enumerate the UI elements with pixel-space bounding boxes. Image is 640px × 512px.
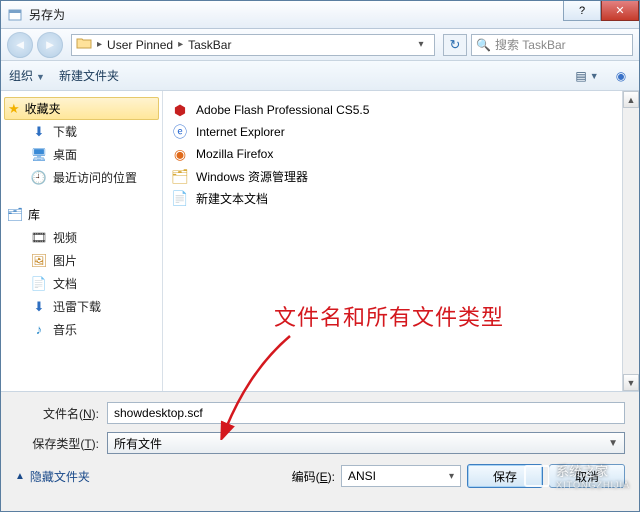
- list-item[interactable]: 📄新建文本文档: [171, 187, 614, 209]
- video-icon: 🎞: [31, 230, 47, 246]
- sidebar-item-documents[interactable]: 📄文档: [1, 272, 162, 295]
- app-icon: [7, 7, 23, 23]
- refresh-button[interactable]: ↻: [443, 34, 467, 56]
- help-icon[interactable]: ◉: [611, 67, 631, 85]
- music-icon: ♪: [31, 322, 47, 338]
- scrollbar[interactable]: ▲ ▼: [622, 91, 639, 391]
- sidebar-favorites-header[interactable]: ★ 收藏夹: [4, 97, 159, 120]
- help-button[interactable]: ?: [563, 1, 601, 21]
- xunlei-icon: ⬇: [31, 299, 47, 315]
- download-icon: ⬇: [31, 124, 47, 140]
- sidebar-item-music[interactable]: ♪音乐: [1, 318, 162, 341]
- chevron-right-icon: ▸: [178, 39, 183, 50]
- window-title: 另存为: [29, 6, 65, 23]
- filetype-select[interactable]: 所有文件 ▼: [107, 432, 625, 454]
- filetype-label: 保存类型(T):: [15, 435, 107, 452]
- recent-icon: 🕘: [31, 170, 47, 186]
- library-icon: 🗂: [7, 207, 23, 223]
- chevron-down-icon: ▼: [36, 72, 45, 82]
- chevron-up-icon: ▲: [15, 471, 25, 482]
- sidebar-item-videos[interactable]: 🎞视频: [1, 226, 162, 249]
- breadcrumb-seg-0[interactable]: User Pinned: [107, 38, 173, 52]
- search-placeholder: 搜索 TaskBar: [495, 36, 566, 53]
- file-list[interactable]: ⬢Adobe Flash Professional CS5.5 ⓔInterne…: [163, 91, 622, 391]
- sidebar-item-desktop[interactable]: 🖥桌面: [1, 143, 162, 166]
- list-item[interactable]: ⓔInternet Explorer: [171, 121, 614, 143]
- organize-menu[interactable]: 组织▼: [9, 67, 45, 84]
- chevron-down-icon: ▼: [608, 438, 618, 449]
- ie-icon: ⓔ: [171, 123, 189, 141]
- save-as-dialog: 另存为 ? ✕ ◄ ► ▸ User Pinned ▸ TaskBar ▾ ↻ …: [0, 0, 640, 512]
- breadcrumb-seg-1[interactable]: TaskBar: [188, 38, 231, 52]
- hide-folders-toggle[interactable]: ▲ 隐藏文件夹: [15, 468, 90, 485]
- sidebar-item-downloads[interactable]: ⬇下载: [1, 120, 162, 143]
- filename-label: 文件名(N):: [15, 405, 107, 422]
- scroll-up-button[interactable]: ▲: [623, 91, 639, 108]
- sidebar-item-xunlei[interactable]: ⬇迅雷下载: [1, 295, 162, 318]
- toolbar: 组织▼ 新建文件夹 ▤▼ ◉: [1, 61, 639, 91]
- documents-icon: 📄: [31, 276, 47, 292]
- cancel-button[interactable]: 取消: [549, 464, 625, 488]
- star-icon: ★: [8, 101, 20, 117]
- forward-button[interactable]: ►: [37, 32, 63, 58]
- list-item[interactable]: ◉Mozilla Firefox: [171, 143, 614, 165]
- dialog-body: ★ 收藏夹 ⬇下载 🖥桌面 🕘最近访问的位置 🗂 库 🎞视频 🖼图片 📄文档 ⬇…: [1, 91, 639, 391]
- folder-icon: [76, 36, 92, 53]
- firefox-icon: ◉: [171, 145, 189, 163]
- explorer-icon: 🗂: [171, 167, 189, 185]
- textfile-icon: 📄: [171, 189, 189, 207]
- encoding-label: 编码(E):: [292, 468, 335, 485]
- search-input[interactable]: 🔍 搜索 TaskBar: [471, 34, 633, 56]
- new-folder-button[interactable]: 新建文件夹: [59, 67, 119, 84]
- titlebar: 另存为 ? ✕: [1, 1, 639, 29]
- filename-input[interactable]: [107, 402, 625, 424]
- view-options-button[interactable]: ▤▼: [577, 67, 597, 85]
- chevron-right-icon: ▸: [97, 39, 102, 50]
- flash-icon: ⬢: [171, 101, 189, 119]
- save-button[interactable]: 保存: [467, 464, 543, 488]
- desktop-icon: 🖥: [31, 147, 47, 163]
- list-item[interactable]: ⬢Adobe Flash Professional CS5.5: [171, 99, 614, 121]
- scroll-down-button[interactable]: ▼: [623, 374, 639, 391]
- navbar: ◄ ► ▸ User Pinned ▸ TaskBar ▾ ↻ 🔍 搜索 Tas…: [1, 29, 639, 61]
- back-button[interactable]: ◄: [7, 32, 33, 58]
- close-button[interactable]: ✕: [601, 1, 639, 21]
- encoding-select[interactable]: ANSI ▾: [341, 465, 461, 487]
- sidebar-item-pictures[interactable]: 🖼图片: [1, 249, 162, 272]
- sidebar-item-recent[interactable]: 🕘最近访问的位置: [1, 166, 162, 189]
- breadcrumb-dropdown[interactable]: ▾: [412, 39, 430, 50]
- search-icon: 🔍: [476, 38, 491, 52]
- chevron-down-icon: ▾: [449, 471, 454, 482]
- pictures-icon: 🖼: [31, 253, 47, 269]
- breadcrumb[interactable]: ▸ User Pinned ▸ TaskBar ▾: [71, 34, 435, 56]
- sidebar: ★ 收藏夹 ⬇下载 🖥桌面 🕘最近访问的位置 🗂 库 🎞视频 🖼图片 📄文档 ⬇…: [1, 91, 163, 391]
- sidebar-libraries-header[interactable]: 🗂 库: [1, 203, 162, 226]
- list-item[interactable]: 🗂Windows 资源管理器: [171, 165, 614, 187]
- bottom-panel: 文件名(N): 保存类型(T): 所有文件 ▼ ▲ 隐藏文件夹 编码(E): A…: [1, 391, 639, 496]
